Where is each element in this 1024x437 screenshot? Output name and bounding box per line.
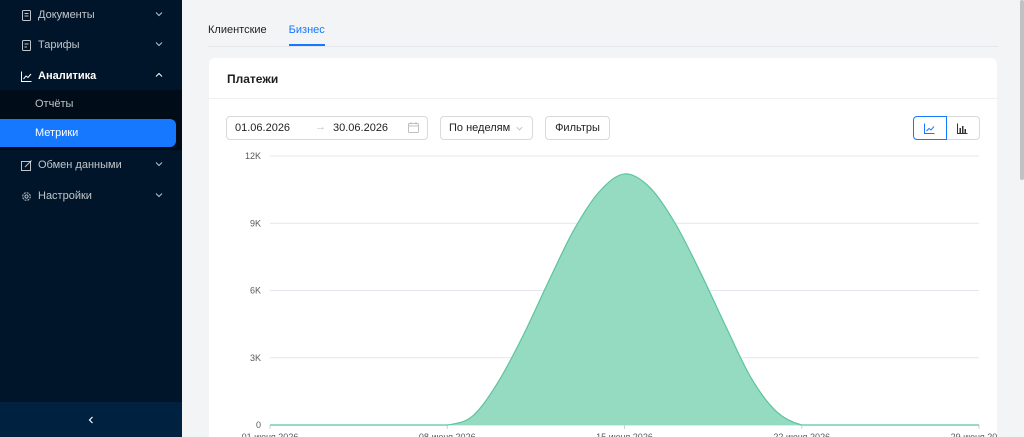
chevron-down-icon: [155, 12, 163, 17]
sidebar-item-documents[interactable]: Документы: [0, 0, 182, 30]
group-by-value: По неделям: [449, 122, 511, 134]
payments-chart: 0 3K 6K 9K 12K 01 июня 2026 08 июня 2026 15 июн…: [242, 151, 997, 437]
date-range-picker[interactable]: 01.06.2026 → 30.06.2026: [226, 116, 428, 140]
sidebar-item-settings[interactable]: Настройки: [0, 181, 182, 211]
y-tick-label: 6K: [250, 286, 261, 296]
sidebar-item-label: Аналитика: [38, 70, 97, 82]
sidebar-subitem-label: Метрики: [35, 127, 79, 139]
x-tick-label: 29 июня 2026: [951, 432, 997, 437]
chevron-down-icon: [155, 193, 163, 198]
chart-icon: [20, 70, 32, 82]
arrow-right-icon: →: [315, 121, 326, 133]
tariff-icon: [20, 39, 32, 51]
date-to-input[interactable]: 30.06.2026: [333, 122, 388, 134]
sidebar-item-label: Обмен данными: [38, 159, 122, 171]
card-title: Платежи: [227, 72, 279, 86]
sidebar-subitem-metrics[interactable]: Метрики: [0, 119, 176, 147]
series-area: [270, 173, 979, 425]
chevron-down-icon: [155, 162, 163, 167]
x-tick-label: 15 июня 2026: [596, 432, 653, 437]
sidebar-item-analytics[interactable]: Аналитика: [0, 61, 182, 91]
x-tick-label: 01 июня 2026: [242, 432, 299, 437]
sidebar-subitem-label: Отчёты: [35, 98, 74, 110]
exchange-icon: [20, 159, 32, 171]
y-tick-label: 3K: [250, 353, 261, 363]
sidebar-item-data-exchange[interactable]: Обмен данными: [0, 150, 182, 180]
tabs-divider: [208, 46, 998, 47]
x-tick-label: 22 июня 2026: [773, 432, 830, 437]
group-by-select[interactable]: По неделям: [440, 116, 533, 140]
date-from-input[interactable]: 01.06.2026: [235, 122, 290, 134]
payments-card: Платежи 01.06.2026 → 30.06.2026 По недел…: [209, 58, 997, 437]
chart-type-toggle: [913, 116, 980, 140]
sidebar-collapse-button[interactable]: [0, 402, 182, 437]
tabs: Клиентские Бизнес: [208, 20, 347, 46]
sidebar-item-label: Настройки: [38, 190, 92, 202]
chevron-left-icon: [88, 416, 93, 423]
calendar-icon: [408, 122, 419, 133]
y-tick-label: 12K: [245, 151, 261, 161]
sidebar-item-label: Тарифы: [38, 39, 80, 51]
page-scrollbar[interactable]: [1020, 0, 1024, 180]
filters-button[interactable]: Фильтры: [545, 116, 610, 140]
chevron-down-icon: [516, 126, 523, 131]
sidebar: Документы Тарифы Аналитика Отчёты Метрик…: [0, 0, 182, 437]
sidebar-subitem-reports[interactable]: Отчёты: [0, 90, 182, 118]
card-divider: [209, 98, 997, 99]
document-icon: [20, 9, 32, 21]
chevron-down-icon: [155, 42, 163, 47]
tab-business[interactable]: Бизнес: [288, 20, 325, 46]
y-tick-label: 0: [256, 420, 261, 430]
x-tick-label: 08 июня 2026: [419, 432, 476, 437]
bar-chart-icon: [957, 123, 968, 134]
sidebar-item-tariffs[interactable]: Тарифы: [0, 30, 182, 60]
y-tick-label: 9K: [250, 218, 261, 228]
chevron-up-icon: [155, 72, 163, 77]
main-content: Клиентские Бизнес Платежи 01.06.2026 → 3…: [182, 0, 1024, 437]
tab-clients[interactable]: Клиентские: [208, 20, 267, 46]
sidebar-item-label: Документы: [38, 9, 95, 21]
bar-chart-toggle[interactable]: [946, 116, 980, 140]
line-chart-icon: [924, 123, 935, 134]
line-chart-toggle[interactable]: [913, 116, 947, 140]
gear-icon: [20, 190, 32, 202]
